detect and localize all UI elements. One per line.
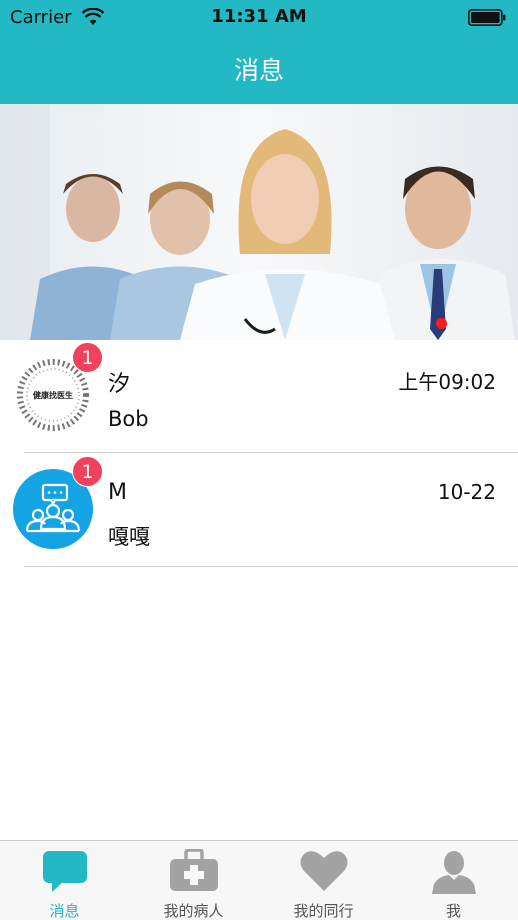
medical-kit-icon (169, 849, 218, 891)
person-icon (431, 851, 476, 894)
conversation-time: 10-22 (437, 480, 496, 504)
tab-label: 我的病人 (163, 902, 224, 920)
conversation-name: M (108, 480, 127, 505)
tab-bar: 消息 我的病人 我的同行 我 (0, 840, 518, 920)
tab-messages[interactable]: 消息 (0, 841, 129, 920)
conversation-item[interactable]: 健康找医生 1 汐 上午09:02 Bob (0, 340, 518, 453)
unread-badge: 1 (72, 342, 103, 373)
unread-badge: 1 (72, 456, 103, 487)
conversation-item[interactable]: 1 M 10-22 嘎嘎 (0, 454, 518, 567)
status-bar: Carrier 11:31 AM (0, 0, 518, 34)
carousel-page-indicator[interactable] (436, 318, 447, 329)
heart-icon (300, 851, 347, 891)
conversation-time: 上午09:02 (398, 370, 496, 394)
conversation-name: 汐 (108, 372, 131, 397)
page-title: 消息 (233, 56, 284, 85)
battery-icon (468, 9, 506, 26)
conversation-last-message: 嘎嘎 (108, 525, 150, 549)
tab-label: 消息 (49, 902, 80, 920)
navigation-header: Carrier 11:31 AM 消息 (0, 0, 518, 104)
tab-my-peers[interactable]: 我的同行 (259, 841, 388, 920)
banner-carousel[interactable] (0, 104, 518, 340)
tab-label: 我的同行 (293, 902, 354, 920)
status-time: 11:31 AM (211, 6, 307, 27)
tab-my-patients[interactable]: 我的病人 (129, 841, 258, 920)
tab-label: 我 (445, 902, 461, 920)
chat-bubble-icon (42, 851, 87, 892)
tab-me[interactable]: 我 (389, 841, 518, 920)
divider (24, 566, 518, 567)
divider (24, 452, 518, 453)
doctors-photo (0, 104, 518, 340)
conversation-last-message: Bob (108, 407, 149, 431)
avatar-logo-text: 健康找医生 (33, 391, 73, 400)
